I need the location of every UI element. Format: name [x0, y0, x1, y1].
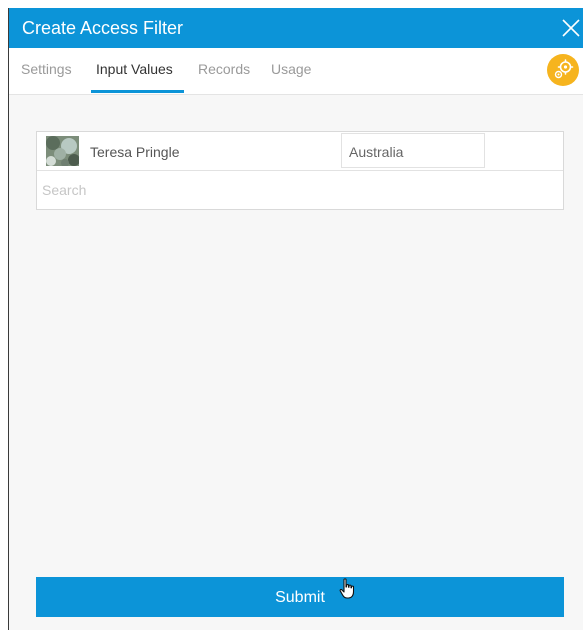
selected-value-row[interactable]: Teresa Pringle Australia: [37, 132, 563, 171]
create-access-filter-dialog: Create Access Filter Settings Input Valu…: [8, 8, 583, 630]
active-tab-indicator: [91, 90, 184, 93]
tab-input-values[interactable]: Input Values: [96, 60, 173, 78]
gears-icon: [554, 59, 574, 79]
submit-label: Submit: [275, 589, 325, 606]
settings-badge-button[interactable]: [547, 54, 579, 86]
value-field[interactable]: Australia: [341, 133, 485, 168]
close-button[interactable]: [559, 16, 583, 40]
selected-values-box: Teresa Pringle Australia: [36, 131, 564, 210]
tab-bar: Settings Input Values Records Usage: [9, 48, 583, 95]
tab-usage[interactable]: Usage: [271, 60, 311, 78]
tab-records[interactable]: Records: [198, 60, 250, 78]
dialog-title: Create Access Filter: [22, 18, 184, 38]
search-input[interactable]: [37, 171, 563, 209]
tab-settings[interactable]: Settings: [21, 60, 72, 78]
value-text: Australia: [349, 144, 404, 160]
user-avatar: [46, 136, 79, 166]
hand-pointer-icon: [339, 578, 355, 599]
close-icon: [562, 19, 580, 37]
person-name: Teresa Pringle: [90, 144, 180, 160]
submit-button[interactable]: Submit: [36, 577, 564, 617]
dialog-titlebar: Create Access Filter: [9, 8, 583, 48]
user-avatar-image: [46, 136, 79, 166]
hand-pointer-cursor: [339, 578, 357, 600]
